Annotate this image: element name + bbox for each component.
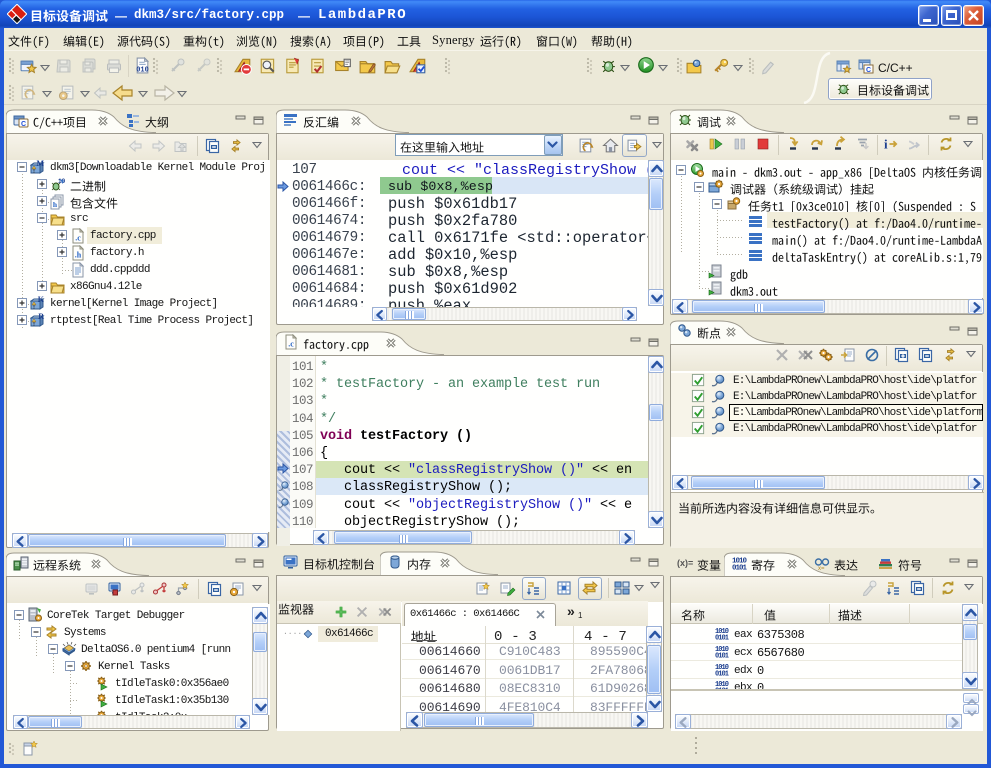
svg-text:M: M — [36, 160, 44, 168]
svg-text:x=: x= — [818, 566, 825, 571]
svg-text:010: 010 — [136, 66, 148, 74]
svg-text:!: ! — [33, 305, 35, 311]
svg-text:.c: .c — [288, 340, 294, 349]
svg-text:0101: 0101 — [715, 652, 729, 658]
svg-text:C: C — [21, 121, 26, 128]
svg-text:!: ! — [33, 322, 35, 328]
svg-text:K: K — [38, 296, 45, 304]
svg-text:C: C — [866, 67, 871, 74]
svg-text:0101: 0101 — [732, 565, 747, 572]
svg-text:.c: .c — [75, 234, 81, 243]
svg-text:(x)=: (x)= — [677, 558, 693, 568]
svg-text:i: i — [884, 137, 888, 152]
svg-text:0101: 0101 — [715, 670, 729, 676]
svg-text:!: ! — [33, 169, 35, 175]
svg-text:.h: .h — [75, 251, 82, 260]
svg-text:0101: 0101 — [715, 635, 729, 641]
svg-text:R: R — [38, 313, 44, 321]
